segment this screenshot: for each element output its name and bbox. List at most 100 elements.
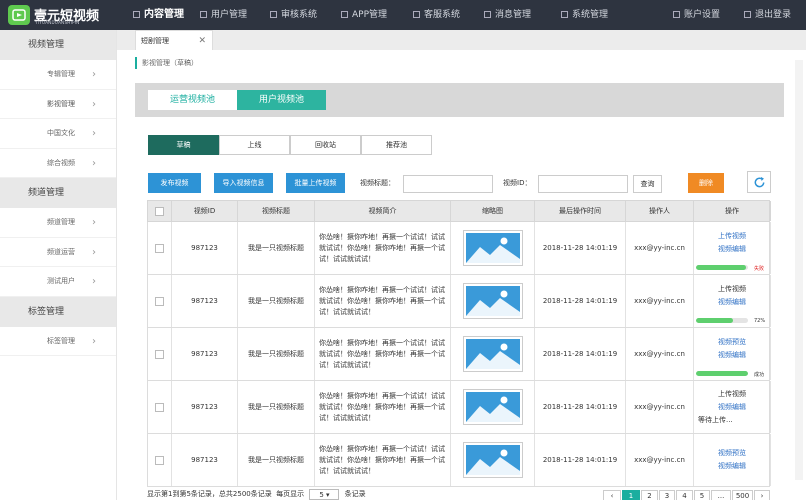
user-icon — [673, 11, 680, 18]
op-link-2[interactable]: 视频编辑 — [718, 401, 746, 414]
last-op-time: 2018-11-28 14:01:19 — [542, 297, 618, 305]
id-search-input[interactable] — [538, 175, 628, 193]
nav-item-4[interactable]: 客服系统 — [413, 0, 460, 30]
nav-item-0[interactable]: 内容管理 — [133, 0, 184, 30]
table-cell: xxx@yy-inc.cn — [626, 434, 694, 486]
sidebar-item[interactable]: 综合视频 › — [0, 149, 116, 178]
select-all-checkbox[interactable] — [148, 201, 172, 221]
account-settings-link[interactable]: 账户设置 — [673, 0, 720, 30]
nav-item-1[interactable]: 用户管理 — [200, 0, 247, 30]
upload-progress-bar — [696, 371, 748, 376]
query-button[interactable]: 查询 — [633, 175, 662, 193]
thumbnail[interactable] — [462, 389, 523, 425]
table-cell: 987123 — [172, 275, 238, 327]
sidebar-group[interactable]: 频道管理 — [0, 178, 116, 208]
delete-button[interactable]: 删除 — [688, 173, 724, 193]
sidebar-item[interactable]: 专辑管理 › — [0, 60, 116, 90]
chevron-right-icon: › — [92, 128, 96, 139]
page-button[interactable]: 3 — [659, 490, 675, 500]
upload-status: 等待上传... — [698, 415, 733, 424]
status-tab-recommend[interactable]: 推荐池 — [361, 135, 432, 155]
video-id: 987123 — [191, 244, 218, 252]
sidebar-item-label: 专辑管理 — [47, 70, 75, 78]
refresh-icon — [754, 176, 765, 188]
nav-icon — [484, 11, 491, 18]
checkbox[interactable] — [155, 206, 164, 216]
row-checkbox[interactable] — [155, 455, 164, 465]
bulk-upload-button[interactable]: 批量上传视频 — [286, 173, 345, 193]
sidebar-item[interactable]: 标签管理 › — [0, 327, 116, 356]
tab-user-pool[interactable]: 用户视频池 — [237, 90, 326, 110]
tab-open-page[interactable]: 短剧管理 ✕ — [135, 30, 213, 50]
row-checkbox[interactable] — [155, 243, 164, 253]
table-cell: xxx@yy-inc.cn — [626, 275, 694, 327]
video-title: 我是一只视频标题 — [248, 297, 304, 305]
nav-item-5[interactable]: 消息管理 — [484, 0, 531, 30]
sidebar-item[interactable]: 频道运营 › — [0, 238, 116, 267]
page-button[interactable]: 1 — [622, 490, 640, 500]
video-title: 我是一只视频标题 — [248, 350, 304, 358]
sidebar-group[interactable]: 标签管理 — [0, 296, 116, 327]
row-checkbox[interactable] — [155, 349, 164, 359]
status-tab-recycle[interactable]: 回收站 — [290, 135, 361, 155]
nav-icon — [561, 11, 568, 18]
table-cell: xxx@yy-inc.cn — [626, 222, 694, 274]
thumbnail[interactable] — [462, 283, 523, 319]
publish-video-button[interactable]: 发布视频 — [148, 173, 201, 193]
page-button[interactable]: ‹ — [603, 490, 621, 500]
logo[interactable]: 壹元短视频 YIYUANDUANSHIPIN — [8, 3, 128, 27]
thumbnail[interactable] — [462, 442, 523, 478]
sidebar-item[interactable]: 频道管理 › — [0, 208, 116, 238]
page-button[interactable]: 4 — [676, 490, 693, 500]
page-size-select[interactable]: 5 ▾ — [309, 489, 340, 500]
page-size-suffix: 条记录 — [344, 490, 366, 498]
scrollbar[interactable] — [795, 60, 803, 480]
op-link-2[interactable]: 视频编辑 — [718, 296, 746, 309]
page-button[interactable]: 500 — [732, 490, 753, 500]
op-link-1[interactable]: 上传视频 — [718, 283, 746, 296]
page-button[interactable]: ... — [711, 490, 731, 500]
sidebar-item[interactable]: 影视管理 › — [0, 90, 116, 119]
nav-item-2[interactable]: 审核系统 — [270, 0, 317, 30]
sidebar-item[interactable]: 测试用户 › — [0, 267, 116, 297]
table-cell — [148, 328, 172, 380]
row-checkbox[interactable] — [155, 402, 164, 412]
op-link-1[interactable]: 上传视频 — [718, 230, 746, 243]
nav-item-6[interactable]: 系统管理 — [561, 0, 608, 30]
video-id: 987123 — [191, 403, 218, 411]
op-link-2[interactable]: 视频编辑 — [718, 460, 746, 473]
thumbnail[interactable] — [462, 336, 523, 372]
page-button[interactable]: › — [754, 490, 770, 500]
refresh-button[interactable] — [747, 171, 771, 193]
table-row: 987123 我是一只视频标题 你怂啥！撅你咋地！再撅一个试试！试试就试试！你怂啥！… — [147, 328, 771, 381]
column-header: 缩略图 — [451, 201, 535, 221]
operator: xxx@yy-inc.cn — [634, 244, 685, 252]
table-cell: 我是一只视频标题 — [238, 328, 315, 380]
page-button[interactable]: 5 — [694, 490, 710, 500]
status-tab-draft[interactable]: 草稿 — [148, 135, 219, 155]
sidebar-group[interactable]: 视频管理 — [0, 30, 116, 60]
status-tab-online[interactable]: 上线 — [219, 135, 290, 155]
id-label: 视频ID： — [503, 179, 532, 187]
tab-operations-pool[interactable]: 运营视频池 — [148, 90, 237, 110]
video-desc: 你怂啥！撅你咋地！再撅一个试试！试试就试试！你怂啥！撅你咋地！再撅一个试试！试试… — [319, 391, 445, 422]
import-info-button[interactable]: 导入视频信息 — [214, 173, 273, 193]
sidebar-item[interactable]: 中国文化 › — [0, 119, 116, 149]
logout-link[interactable]: 退出登录 — [744, 0, 791, 30]
image-placeholder-icon — [465, 392, 520, 422]
op-link-1[interactable]: 上传视频 — [718, 388, 746, 401]
op-link-1[interactable]: 视频预览 — [718, 447, 746, 460]
op-link-1[interactable]: 视频预览 — [718, 336, 746, 349]
sidebar-item-label: 频道运营 — [47, 247, 75, 256]
row-checkbox[interactable] — [155, 296, 164, 306]
thumbnail[interactable] — [462, 230, 523, 266]
table-cell: 你怂啥！撅你咋地！再撅一个试试！试试就试试！你怂啥！撅你咋地！再撅一个试试！试试… — [315, 222, 451, 274]
table-row: 987123 我是一只视频标题 你怂啥！撅你咋地！再撅一个试试！试试就试试！你怂啥！… — [147, 275, 771, 328]
title-search-input[interactable] — [403, 175, 493, 193]
table-cell: 987123 — [172, 328, 238, 380]
close-icon[interactable]: ✕ — [198, 31, 206, 51]
page-button[interactable]: 2 — [641, 490, 658, 500]
op-link-2[interactable]: 视频编辑 — [718, 243, 746, 256]
nav-item-3[interactable]: APP管理 — [341, 0, 387, 30]
op-link-2[interactable]: 视频编辑 — [718, 349, 746, 362]
